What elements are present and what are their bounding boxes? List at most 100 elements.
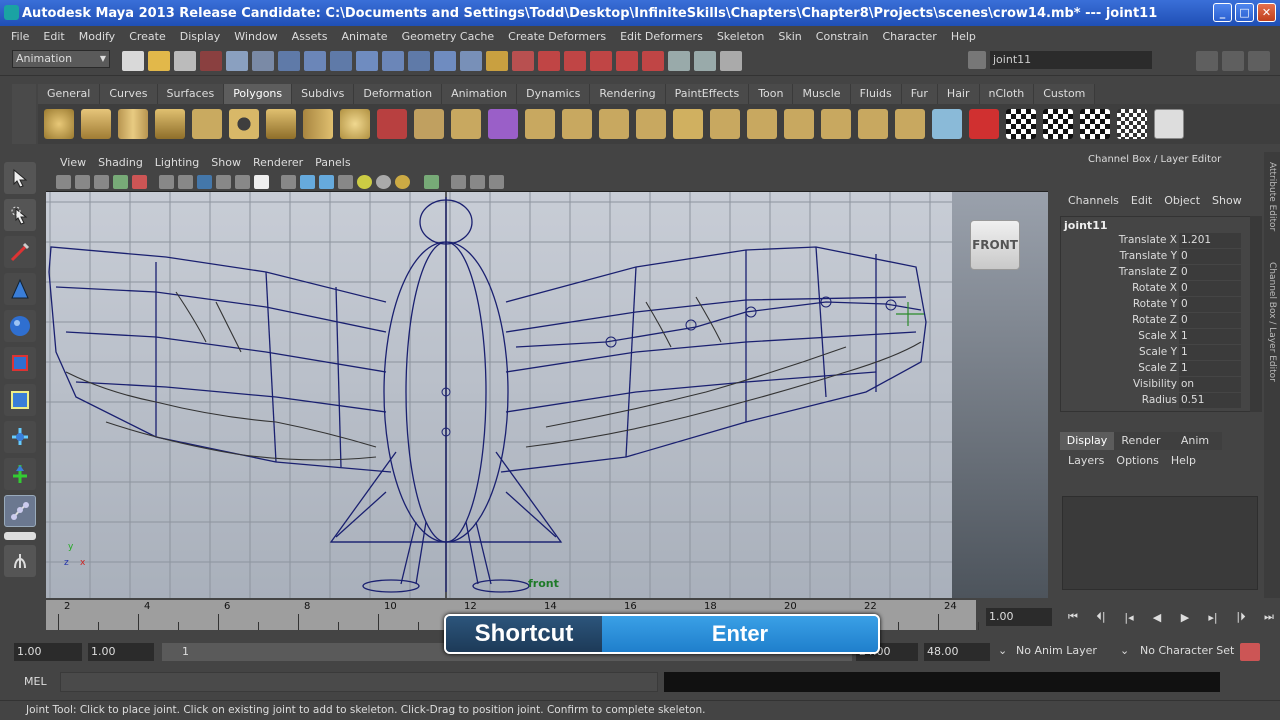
go-to-end-icon[interactable]: ⏭ [1258, 608, 1280, 626]
attr-value[interactable]: 0 [1179, 297, 1241, 312]
insert-edge-loop-icon[interactable] [673, 109, 703, 139]
select-tool-icon[interactable] [4, 162, 36, 194]
split-polygon-icon[interactable] [636, 109, 666, 139]
grid-icon[interactable] [159, 174, 174, 189]
menu-geometry-cache[interactable]: Geometry Cache [395, 30, 502, 43]
menu-animate[interactable]: Animate [334, 30, 394, 43]
shelf-tab-muscle[interactable]: Muscle [793, 84, 851, 104]
default-material-icon[interactable] [489, 174, 504, 189]
fill-hole-icon[interactable] [821, 109, 851, 139]
shelf-tab-painteffects[interactable]: PaintEffects [665, 84, 750, 104]
open-scene-icon[interactable] [148, 51, 170, 71]
step-back-frame-icon[interactable]: ⏴| [1090, 608, 1112, 626]
snap-plane-icon[interactable] [616, 51, 638, 71]
soccer-ball-icon[interactable] [340, 109, 370, 139]
uv-unfold-icon[interactable] [1080, 109, 1110, 139]
universal-manipulator-icon[interactable] [4, 384, 36, 416]
channel-box-toggle-icon[interactable] [1248, 51, 1270, 71]
bookmarks-icon[interactable] [94, 174, 109, 189]
snap-point-icon[interactable] [590, 51, 612, 71]
attr-row[interactable]: Translate X 1.201 [1061, 233, 1241, 249]
poly-pipe-icon[interactable] [303, 109, 333, 139]
wedge-face-icon[interactable] [895, 109, 925, 139]
select-deformations-icon[interactable] [382, 51, 404, 71]
layer-menu-help[interactable]: Help [1165, 454, 1202, 467]
menu-display[interactable]: Display [173, 30, 228, 43]
menu-set-selector[interactable]: Animation ▼ [12, 50, 110, 68]
smooth-icon[interactable] [451, 109, 481, 139]
offset-edge-loop-icon[interactable] [710, 109, 740, 139]
channel-box-scrollbar[interactable] [1250, 216, 1262, 412]
shelf-tab-fluids[interactable]: Fluids [850, 84, 902, 104]
attr-row[interactable]: Radius 0.51 [1061, 393, 1241, 409]
menu-create-deformers[interactable]: Create Deformers [501, 30, 613, 43]
checker-uv-icon[interactable] [1006, 109, 1036, 139]
attr-value[interactable]: 1 [1179, 345, 1241, 360]
attr-value[interactable]: 1.201 [1179, 233, 1241, 248]
chevron-down-icon[interactable]: ⌄ [1120, 644, 1129, 657]
menu-skin[interactable]: Skin [771, 30, 808, 43]
panel-menu-renderer[interactable]: Renderer [247, 156, 309, 169]
animation-end-field[interactable]: 48.00 [924, 643, 990, 661]
menu-character[interactable]: Character [876, 30, 944, 43]
uv-layout-icon[interactable] [1043, 109, 1073, 139]
menu-edit[interactable]: Edit [36, 30, 71, 43]
boolean-icon[interactable] [488, 109, 518, 139]
uv-snapshot-icon[interactable] [1117, 109, 1147, 139]
show-manipulator-icon[interactable] [4, 458, 36, 490]
select-hierarchy-icon[interactable] [200, 51, 222, 71]
character-set-selector[interactable]: No Character Set [1140, 644, 1234, 657]
film-gate-icon[interactable] [178, 174, 193, 189]
extrude-icon[interactable] [525, 109, 555, 139]
attribute-editor-toggle-icon[interactable] [1196, 51, 1218, 71]
attr-value[interactable]: 0 [1179, 265, 1241, 280]
gate-mask-icon[interactable] [216, 174, 231, 189]
menu-window[interactable]: Window [227, 30, 284, 43]
attr-row[interactable]: Visibility on [1061, 377, 1241, 393]
wireframe-icon[interactable] [281, 174, 296, 189]
minimize-button[interactable]: _ [1213, 3, 1232, 22]
menu-assets[interactable]: Assets [285, 30, 335, 43]
attr-row[interactable]: Scale Z1 [1061, 361, 1241, 377]
layer-menu-options[interactable]: Options [1110, 454, 1164, 467]
selected-object-name[interactable]: joint11 [1064, 219, 1108, 232]
resolution-gate-icon[interactable] [197, 174, 212, 189]
uv-texture-editor-icon[interactable] [1154, 109, 1184, 139]
shelf-menu-area[interactable] [12, 84, 36, 144]
wireframe-on-shaded-icon[interactable] [319, 174, 334, 189]
select-dynamics-icon[interactable] [408, 51, 430, 71]
shelf-tab-deformation[interactable]: Deformation [354, 84, 443, 104]
select-misc-icon[interactable] [460, 51, 482, 71]
layout-presets-icon[interactable] [4, 545, 36, 577]
attr-value[interactable]: 0.51 [1179, 393, 1241, 408]
attr-row[interactable]: Rotate Y0 [1061, 297, 1241, 313]
lasso-tool-icon[interactable] [4, 199, 36, 231]
side-tab-channel-box[interactable]: Channel Box / Layer Editor [1267, 262, 1277, 382]
panel-menu-lighting[interactable]: Lighting [149, 156, 205, 169]
menu-help[interactable]: Help [944, 30, 983, 43]
textured-icon[interactable] [338, 174, 353, 189]
panel-menu-view[interactable]: View [54, 156, 92, 169]
attr-row[interactable]: Rotate X0 [1061, 281, 1241, 297]
snap-grid-icon[interactable] [538, 51, 560, 71]
move-tool-icon[interactable] [4, 273, 36, 305]
animation-start-field[interactable]: 1.00 [14, 643, 82, 661]
menu-file[interactable]: File [4, 30, 36, 43]
shelf-tab-dynamics[interactable]: Dynamics [517, 84, 591, 104]
play-forwards-icon[interactable]: ▶ [1174, 608, 1196, 626]
shelf-tab-surfaces[interactable]: Surfaces [157, 84, 225, 104]
attr-row[interactable]: Rotate Z0 [1061, 313, 1241, 329]
image-plane-icon[interactable] [113, 174, 128, 189]
panel-menu-show[interactable]: Show [205, 156, 247, 169]
new-scene-icon[interactable] [122, 51, 144, 71]
shelf-tab-animation[interactable]: Animation [442, 84, 518, 104]
xray-icon[interactable] [451, 174, 466, 189]
snap-curve-icon[interactable] [564, 51, 586, 71]
attr-value[interactable]: 1 [1179, 361, 1241, 376]
paint-select-tool-icon[interactable] [4, 236, 36, 268]
select-camera-icon[interactable] [56, 174, 71, 189]
select-surfaces-icon[interactable] [356, 51, 378, 71]
view-cube[interactable]: FRONT [970, 220, 1020, 270]
poly-cone-icon[interactable] [155, 109, 185, 139]
playback-start-field[interactable]: 1.00 [88, 643, 154, 661]
